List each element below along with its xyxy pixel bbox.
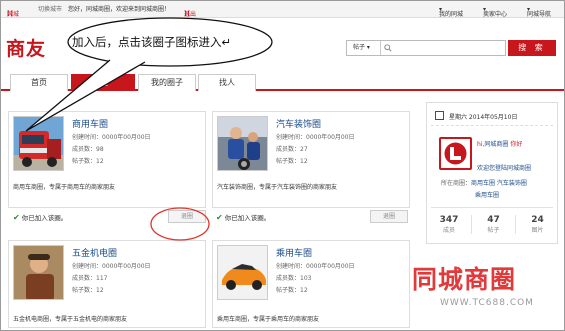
exit-circle-button[interactable]: 退圈 (370, 210, 408, 223)
welcome-text: 欢迎您登陆同城商圈 (477, 165, 532, 172)
main-nav: 首页 圈子 我的圈子 找人 (1, 74, 564, 91)
date-text: 星期六 2014年05月10日 (449, 114, 518, 121)
greeting-text: 您好，同城商圈，欢迎来到同城商圈！ (68, 6, 171, 13)
circle-thumbnail-truck[interactable] (13, 116, 64, 171)
site-nav-menu[interactable]: 同城导航 ▾ (527, 6, 551, 18)
user-greeting: hi,同城商圈 你好 (477, 141, 523, 148)
joined-circles-cont: 乘用车圈 (475, 192, 500, 199)
circle-card: 五金机电圈 创建时间：0000年00月00日 成员数：117 帖子数：12 五金… (8, 240, 206, 328)
tab-circles[interactable]: 圈子 (71, 74, 135, 91)
joined-circles: 所在商圈：商用车圈 汽车装饰圈 (441, 180, 527, 187)
circle-name[interactable]: 商用车圈 (72, 117, 108, 130)
tab-my-circles[interactable]: 我的圈子 (138, 74, 196, 91)
circle-thumbnail-mechanic[interactable] (217, 116, 268, 171)
exit-circle-button[interactable]: 退圈 (168, 210, 206, 223)
circle-card: 商用车圈 创建时间：0000年00月00日 成员数：98 帖子数：12 商用车商… (8, 111, 206, 208)
calendar-icon (435, 111, 444, 120)
stat-posts[interactable]: 47 帖子 (471, 215, 515, 234)
circle-created: 创建时间：0000年00月00日 (72, 134, 151, 141)
check-icon: ✔ (13, 213, 20, 222)
circle-name[interactable]: 五金机电圈 (72, 246, 117, 259)
site-logo[interactable]: 商友 (6, 34, 46, 61)
avatar[interactable] (439, 137, 472, 170)
circle-members: 成员数：27 (276, 146, 308, 153)
circle-posts: 帖子数：12 (72, 158, 104, 165)
circle-members: 成员数：103 (276, 275, 312, 282)
circle-posts: 帖子数：12 (72, 287, 104, 294)
circle-posts: 帖子数：12 (276, 287, 308, 294)
user-sidebar: 星期六 2014年05月10日 hi,同城商圈 你好 欢迎您登陆同城商圈 所在商… (426, 102, 558, 244)
search-input[interactable] (395, 42, 503, 54)
circle-created: 创建时间：0000年00月00日 (276, 134, 355, 141)
circle-name[interactable]: 汽车装饰圈 (276, 117, 321, 130)
stat-photos[interactable]: 24 图片 (515, 215, 559, 234)
circle-description: 商用车商圈，专属于商用车的商家朋友 (13, 184, 116, 191)
circle-description: 乘用车商圈，专属于乘用车的商家朋友 (217, 316, 320, 323)
circle-created: 创建时间：0000年00月00日 (276, 263, 355, 270)
circle-members: 成员数：98 (72, 146, 104, 153)
search-button[interactable]: 搜 索 (508, 40, 556, 56)
circle-created: 创建时间：0000年00月00日 (72, 263, 151, 270)
joined-status: ✔ 你已加入该圈。 (13, 213, 68, 222)
circle-card: 汽车装饰圈 创建时间：0000年00月00日 成员数：27 帖子数：12 汽车装… (212, 111, 410, 208)
search-bar[interactable]: 帖子 ▾ (346, 40, 506, 56)
search-icon (384, 44, 392, 52)
circle-description: 汽车装饰商圈，专属于汽车装饰圈的商家朋友 (217, 184, 338, 191)
circle-description: 五金机电商圈，专属于五金机电的商家朋友 (13, 316, 128, 323)
circle-posts: 帖子数：12 (276, 158, 308, 165)
tab-find-people[interactable]: 找人 (198, 74, 256, 91)
search-category-select[interactable]: 帖子 ▾ (347, 41, 381, 55)
my-account-menu[interactable]: 我的同城 ▾ (439, 6, 463, 18)
watermark-logo: 同城商圈 (412, 265, 517, 294)
callout-text: 加入后，点击该圈子图标进入↵ (72, 35, 232, 49)
switch-city-link[interactable]: 切换城市 (38, 6, 62, 14)
stat-members[interactable]: 347 成员 (427, 215, 471, 234)
seller-center-menu[interactable]: 卖家中心 ▾ (483, 6, 507, 18)
circle-thumbnail-sportscar[interactable] (217, 245, 268, 300)
top-bar: 【同城】 切换城市 您好，同城商圈，欢迎来到同城商圈！ 【退出】 我的同城 ▾ … (1, 1, 564, 18)
circle-name[interactable]: 乘用车圈 (276, 246, 312, 259)
circle-members: 成员数：117 (72, 275, 108, 282)
joined-status: ✔ 你已加入该圈。 (216, 213, 271, 222)
tab-home[interactable]: 首页 (10, 74, 68, 91)
check-icon: ✔ (216, 213, 223, 222)
circle-card: 乘用车圈 创建时间：0000年00月00日 成员数：103 帖子数：12 乘用车… (212, 240, 410, 328)
watermark-url: WWW.TC688.COM (440, 298, 534, 308)
circle-thumbnail-worker[interactable] (13, 245, 64, 300)
